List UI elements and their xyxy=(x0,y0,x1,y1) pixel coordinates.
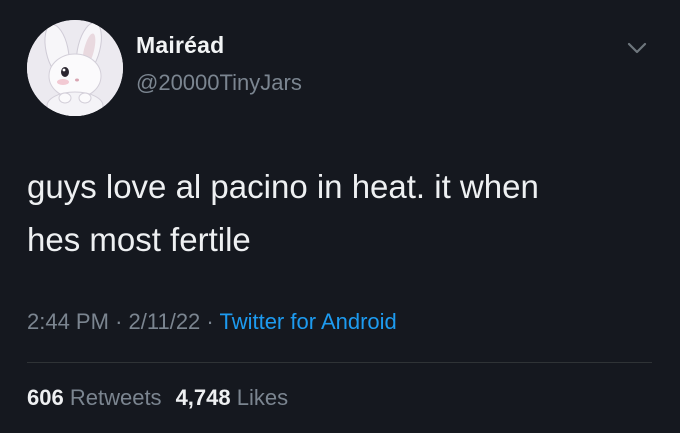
retweets-count: 606 xyxy=(27,385,64,410)
tweet-text-line: guys love al pacino in heat. it when xyxy=(27,168,539,205)
likes-label: Likes xyxy=(236,385,289,410)
user-handle[interactable]: @20000TinyJars xyxy=(136,70,302,96)
tweet-card: Mairéad @20000TinyJars guys love al paci… xyxy=(0,0,680,433)
tweet-meta: 2:44 PM · 2/11/22 · Twitter for Android xyxy=(27,309,397,335)
chevron-down-icon[interactable] xyxy=(624,38,650,58)
divider xyxy=(27,362,652,363)
display-name[interactable]: Mairéad xyxy=(136,32,224,59)
tweet-time[interactable]: 2:44 PM xyxy=(27,309,109,334)
retweets-stat[interactable]: 606 Retweets xyxy=(27,385,162,410)
retweets-label: Retweets xyxy=(69,385,162,410)
tweet-text-line: hes most fertile xyxy=(27,221,251,258)
tweet-text: guys love al pacino in heat. it when hes… xyxy=(27,160,657,266)
likes-stat[interactable]: 4,748 Likes xyxy=(176,385,289,410)
bunny-avatar-icon xyxy=(27,20,123,116)
avatar[interactable] xyxy=(27,20,123,116)
meta-separator: · xyxy=(206,309,214,334)
tweet-date[interactable]: 2/11/22 xyxy=(129,309,201,334)
tweet-source-link[interactable]: Twitter for Android xyxy=(219,309,396,334)
tweet-stats: 606 Retweets 4,748 Likes xyxy=(27,385,288,411)
meta-separator: · xyxy=(115,309,123,334)
likes-count: 4,748 xyxy=(175,385,231,410)
